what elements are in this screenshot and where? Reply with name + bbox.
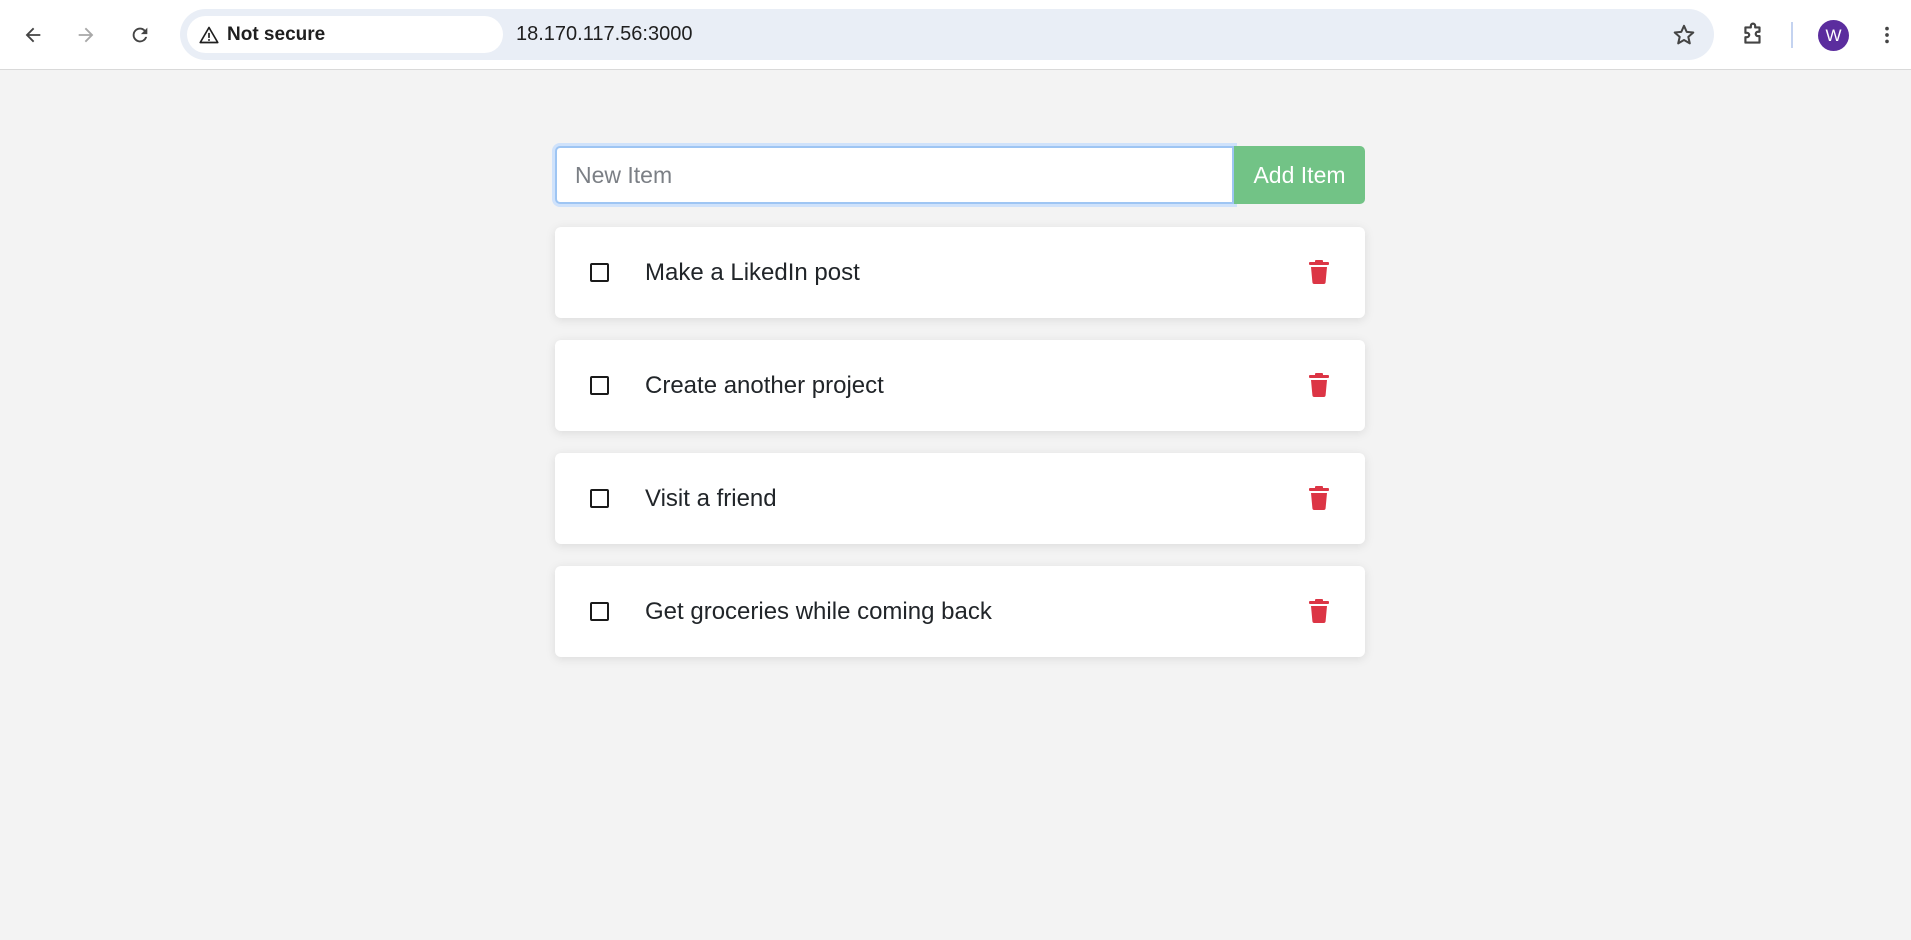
browser-toolbar: Not secure 18.170.117.56:3000 W bbox=[0, 0, 1911, 70]
trash-icon[interactable] bbox=[1309, 373, 1329, 397]
item-checkbox[interactable] bbox=[590, 376, 609, 395]
back-button[interactable] bbox=[12, 14, 54, 56]
more-vert-icon bbox=[1885, 26, 1889, 44]
url-text[interactable]: 18.170.117.56:3000 bbox=[516, 9, 692, 60]
bookmark-button[interactable] bbox=[1668, 19, 1700, 51]
forward-arrow-icon bbox=[78, 27, 94, 43]
list-item: Make a LikedIn post bbox=[555, 227, 1365, 318]
trash-icon[interactable] bbox=[1309, 260, 1329, 284]
extensions-button[interactable] bbox=[1732, 14, 1774, 56]
todo-app: Add Item Make a LikedIn post Create anot… bbox=[555, 146, 1365, 657]
list-item: Create another project bbox=[555, 340, 1365, 431]
add-item-button[interactable]: Add Item bbox=[1234, 146, 1365, 204]
toolbar-divider bbox=[1791, 22, 1793, 48]
extensions-icon bbox=[1744, 22, 1761, 44]
security-label: Not secure bbox=[227, 23, 326, 45]
list-item: Get groceries while coming back bbox=[555, 566, 1365, 657]
menu-button[interactable] bbox=[1866, 14, 1908, 56]
trash-icon[interactable] bbox=[1309, 599, 1329, 623]
forward-button[interactable] bbox=[65, 14, 107, 56]
address-bar[interactable]: Not secure 18.170.117.56:3000 bbox=[180, 9, 1714, 60]
star-icon bbox=[1673, 24, 1695, 45]
warning-icon bbox=[199, 26, 219, 43]
trash-icon[interactable] bbox=[1309, 486, 1329, 510]
list-item: Visit a friend bbox=[555, 453, 1365, 544]
security-chip[interactable]: Not secure bbox=[187, 16, 503, 53]
item-checkbox[interactable] bbox=[590, 489, 609, 508]
item-text: Get groceries while coming back bbox=[645, 598, 992, 625]
reload-button[interactable] bbox=[119, 14, 161, 56]
item-checkbox[interactable] bbox=[590, 602, 609, 621]
item-text: Make a LikedIn post bbox=[645, 259, 860, 286]
back-arrow-icon bbox=[25, 27, 41, 43]
reload-icon bbox=[132, 27, 148, 43]
item-checkbox[interactable] bbox=[590, 263, 609, 282]
add-item-row: Add Item bbox=[555, 146, 1365, 204]
new-item-input[interactable] bbox=[555, 146, 1234, 204]
profile-avatar[interactable]: W bbox=[1818, 20, 1849, 51]
item-text: Visit a friend bbox=[645, 485, 777, 512]
item-text: Create another project bbox=[645, 372, 884, 399]
